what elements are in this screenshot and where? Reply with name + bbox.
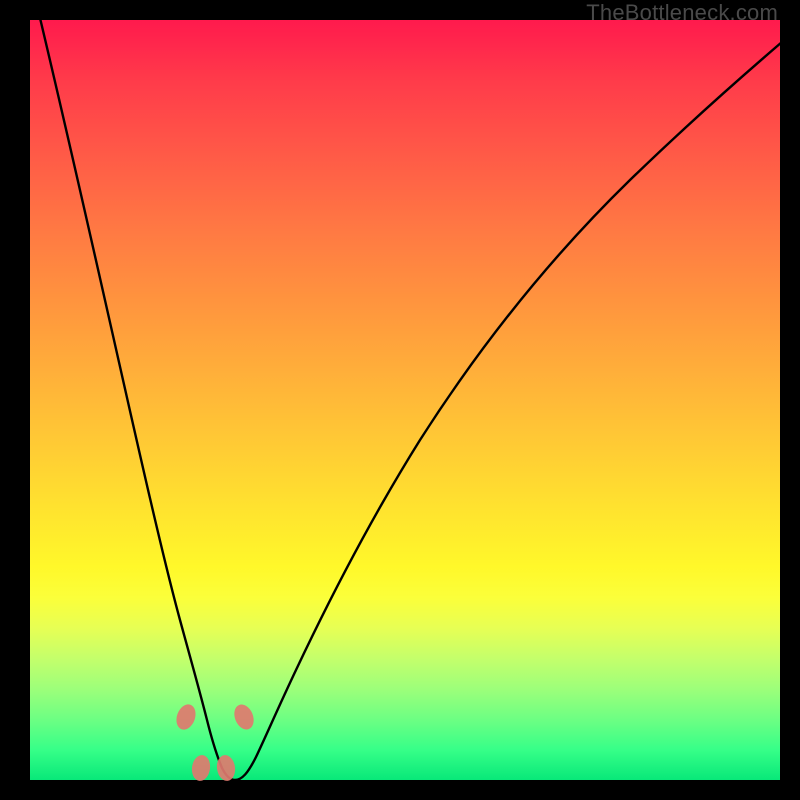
watermark-text: TheBottleneck.com — [586, 0, 778, 26]
chart-frame — [30, 20, 780, 780]
bottleneck-curve — [30, 20, 780, 780]
curve-path — [40, 20, 780, 780]
